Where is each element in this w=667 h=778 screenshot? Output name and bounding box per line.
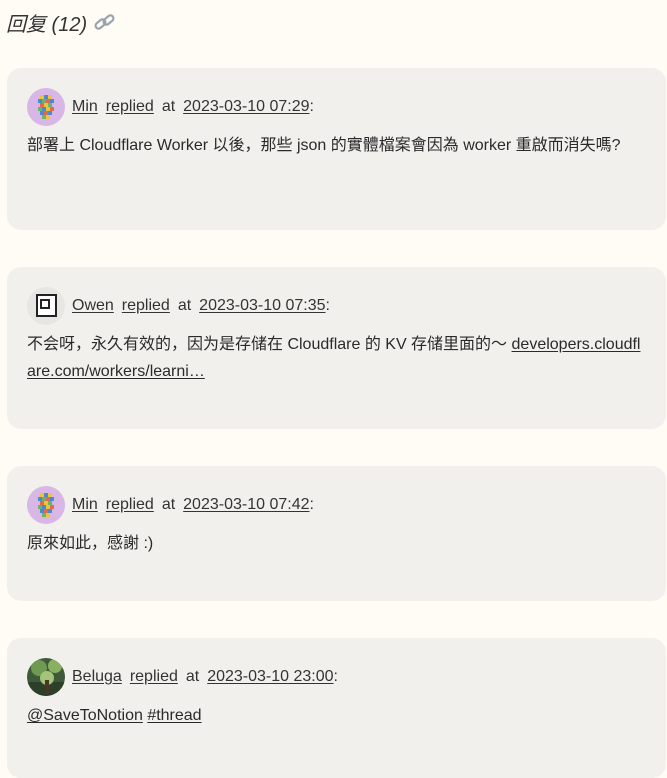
reply-header: Min replied at 2023-03-10 07:29 : [27, 88, 646, 126]
timestamp-link[interactable]: 2023-03-10 23:00 [207, 668, 333, 686]
reply-body: 不会呀，永久有效的，因为是存储在 Cloudflare 的 KV 存储里面的～ … [27, 331, 646, 385]
square-avatar[interactable] [27, 287, 65, 325]
pixel-avatar[interactable] [27, 88, 65, 126]
replied-link[interactable]: replied [106, 496, 154, 514]
reply-body-text: 不会呀，永久有效的，因为是存储在 Cloudflare 的 KV 存储里面的～ [27, 336, 512, 353]
hashtag-link[interactable]: #thread [147, 707, 201, 724]
reply-card: Beluga replied at 2023-03-10 23:00 : @Sa… [7, 638, 666, 778]
at-label: at [161, 98, 176, 115]
author-link[interactable]: Owen [72, 297, 114, 315]
at-label: at [185, 668, 200, 685]
replied-link[interactable]: replied [122, 297, 170, 315]
replied-link[interactable]: replied [106, 98, 154, 116]
reply-body: 原來如此，感謝 :) [27, 535, 154, 552]
timestamp-link[interactable]: 2023-03-10 07:29 [183, 98, 309, 116]
pixel-avatar[interactable] [27, 486, 65, 524]
reply-body: @SaveToNotion #thread [27, 702, 646, 729]
replies-title: 回复 (12) [6, 14, 88, 36]
author-link[interactable]: Beluga [72, 668, 122, 686]
reply-card: Owen replied at 2023-03-10 07:35 : 不会呀，永… [7, 267, 666, 429]
colon: : [325, 297, 330, 314]
timestamp-link[interactable]: 2023-03-10 07:42 [183, 496, 309, 514]
colon: : [309, 496, 314, 513]
reply-header: Min replied at 2023-03-10 07:42 : [27, 486, 646, 524]
reply-card: Min replied at 2023-03-10 07:29 : 部署上 Cl… [7, 68, 666, 230]
reply-body: 部署上 Cloudflare Worker 以後，那些 json 的實體檔案會因… [27, 137, 621, 154]
photo-avatar[interactable] [27, 658, 65, 696]
replied-link[interactable]: replied [130, 668, 178, 686]
link-icon[interactable] [93, 12, 117, 34]
replies-heading: 回复 (12) [6, 8, 117, 37]
reply-header: Owen replied at 2023-03-10 07:35 : [27, 287, 646, 325]
at-label: at [161, 496, 176, 513]
at-label: at [177, 297, 192, 314]
colon: : [333, 668, 338, 685]
reply-card: Min replied at 2023-03-10 07:42 : 原來如此，感… [7, 466, 666, 601]
author-link[interactable]: Min [72, 98, 98, 116]
author-link[interactable]: Min [72, 496, 98, 514]
reply-list: Min replied at 2023-03-10 07:29 : 部署上 Cl… [7, 68, 666, 778]
timestamp-link[interactable]: 2023-03-10 07:35 [199, 297, 325, 315]
mention-link[interactable]: @SaveToNotion [27, 707, 143, 724]
colon: : [309, 98, 314, 115]
reply-header: Beluga replied at 2023-03-10 23:00 : [27, 658, 646, 696]
